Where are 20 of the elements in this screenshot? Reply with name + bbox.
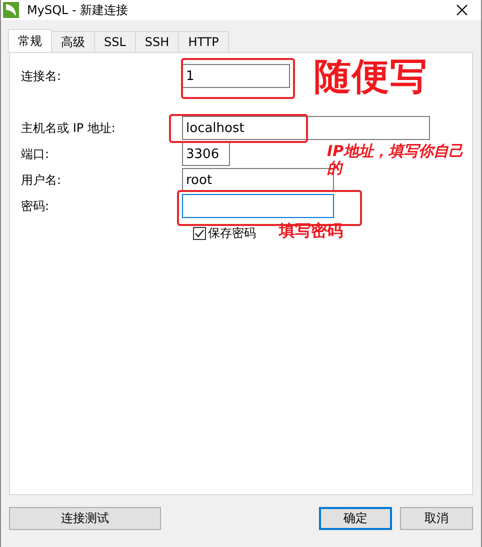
checkbox-label: 保存密码 xyxy=(208,225,256,242)
input-field[interactable] xyxy=(182,194,334,218)
input-field[interactable]: localhost xyxy=(182,116,430,140)
tab[interactable]: HTTP xyxy=(178,31,229,52)
annotation-text: 随便写 xyxy=(314,56,428,98)
field-label: 密码: xyxy=(20,198,50,214)
dialog-button[interactable]: 确定 xyxy=(319,507,392,530)
tab[interactable]: 常规 xyxy=(8,29,52,53)
input-field[interactable]: 1 xyxy=(182,64,290,88)
dialog-button[interactable]: 连接测试 xyxy=(9,507,161,530)
checkbox[interactable] xyxy=(193,227,206,240)
field-label: 用户名: xyxy=(20,172,62,188)
annotation-text: 填写密码 xyxy=(279,221,343,242)
field-label: 主机名或 IP 地址: xyxy=(20,120,116,136)
field-label: 连接名: xyxy=(20,68,62,84)
close-icon xyxy=(456,4,468,16)
field-label: 端口: xyxy=(20,146,50,162)
input-field[interactable]: 3306 xyxy=(182,142,230,166)
dialog-button[interactable]: 取消 xyxy=(400,507,473,530)
window-title: MySQL - 新建连接 xyxy=(27,2,130,18)
